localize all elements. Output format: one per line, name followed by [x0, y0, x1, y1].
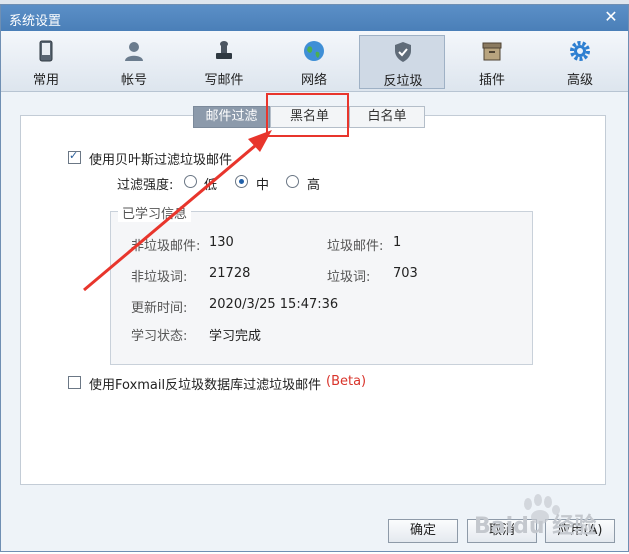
annotation-arrow — [83, 130, 272, 292]
baidu-watermark: Baidu 经验 — [470, 490, 620, 554]
watermark-text: Baidu 经验 — [474, 514, 597, 539]
